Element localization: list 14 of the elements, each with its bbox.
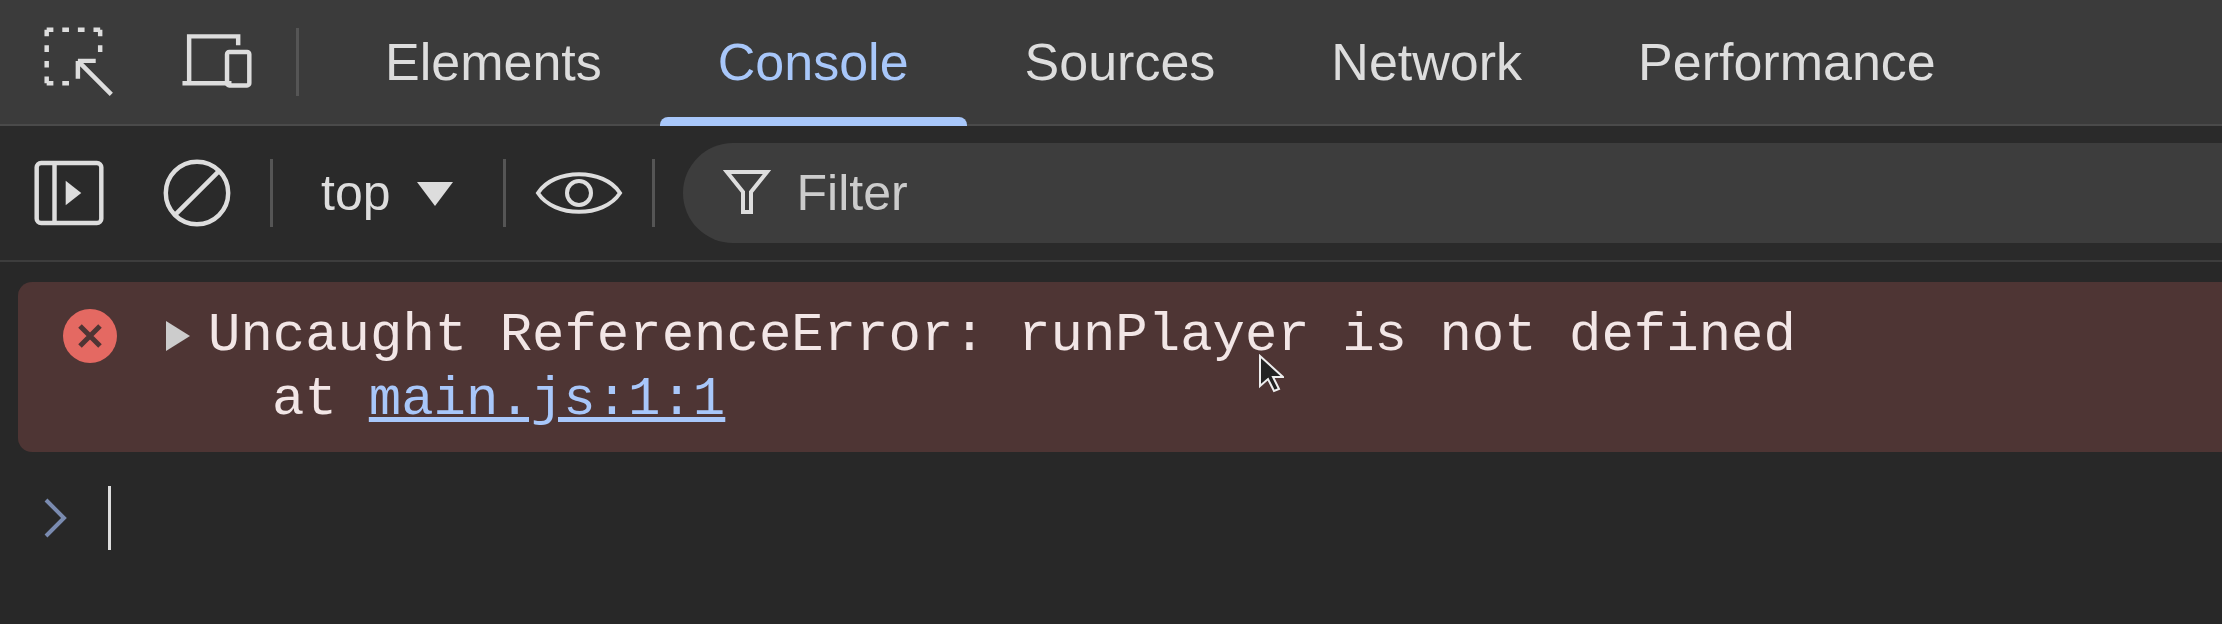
panel-tab[interactable]: Elements <box>327 0 660 124</box>
panel-tab[interactable]: Console <box>659 0 967 124</box>
error-message: Uncaught ReferenceError: runPlayer is not defined <box>208 304 1796 368</box>
prompt-chevron-icon <box>42 496 68 540</box>
panel-tab[interactable]: Network <box>1273 0 1581 124</box>
expand-triangle-icon[interactable] <box>164 321 192 351</box>
panel-tab[interactable]: Performance <box>1580 0 1994 124</box>
source-link[interactable]: main.js:1:1 <box>368 368 726 432</box>
panel-tab[interactable]: Sources <box>966 0 1274 124</box>
error-icon <box>62 308 118 364</box>
location-prefix: at <box>272 368 337 432</box>
filter-field[interactable]: Filter <box>682 143 2222 243</box>
text-caret <box>108 486 111 550</box>
context-selector[interactable]: top <box>301 155 475 231</box>
